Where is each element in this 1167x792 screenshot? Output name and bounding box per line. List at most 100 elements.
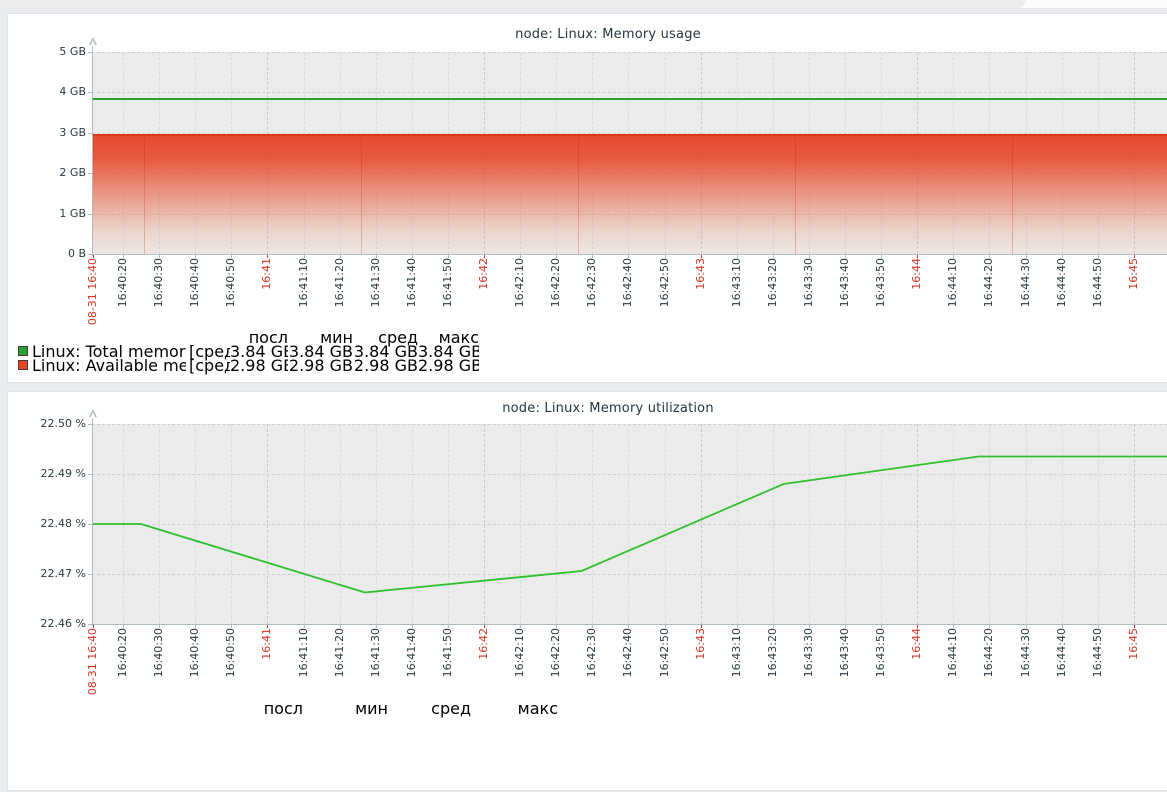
x-axis-line xyxy=(92,254,1167,255)
x-axis-label: 16:45 xyxy=(1127,628,1140,660)
legend-swatch-cell xyxy=(18,360,32,370)
y-axis-label: 5 GB xyxy=(8,46,86,58)
legend-column-header: посл xyxy=(230,699,303,718)
x-axis-label: 16:40:50 xyxy=(224,628,237,677)
x-axis-label: 16:44:10 xyxy=(946,258,959,307)
area-seam-artifact xyxy=(361,136,362,254)
plot-area[interactable] xyxy=(92,424,1167,624)
x-axis-label: 16:41:20 xyxy=(333,628,346,677)
series-stat-value: 2.98 GB xyxy=(353,356,418,375)
browser-tab-bottom[interactable] xyxy=(0,0,1025,8)
x-axis-label: 16:43:50 xyxy=(874,628,887,677)
x-axis-label: 16:43 xyxy=(694,628,707,660)
x-axis-line xyxy=(92,624,1167,625)
x-axis-label: 16:41:40 xyxy=(405,628,418,677)
x-axis-label: 16:44 xyxy=(910,628,923,660)
area-seam-artifact xyxy=(144,136,145,254)
y-axis-label: 22.47 % xyxy=(8,568,86,580)
x-axis-label: 16:40:40 xyxy=(188,258,201,307)
legend-swatch-cell xyxy=(18,346,32,356)
x-axis-label: 16:41:20 xyxy=(333,258,346,307)
x-axis-label: 16:43:30 xyxy=(802,258,815,307)
memory-utilization-legend: послминсредмакс xyxy=(8,701,768,715)
x-axis-label: 16:42 xyxy=(477,258,490,290)
x-axis-label: 16:43:10 xyxy=(730,258,743,307)
y-axis-label: 22.49 % xyxy=(8,468,86,480)
x-axis-label: 16:40:20 xyxy=(116,628,129,677)
legend-column-header: мин xyxy=(303,699,388,718)
x-axis-label: 16:41:10 xyxy=(297,258,310,307)
y-axis-label: 22.48 % xyxy=(8,518,86,530)
legend-column-header: сред xyxy=(388,699,471,718)
x-axis-label: 16:44:20 xyxy=(982,258,995,307)
x-axis-label: 16:43 xyxy=(694,258,707,290)
x-axis-label: 16:44:10 xyxy=(946,628,959,677)
legend-header-row: послминсредмакс xyxy=(8,701,768,715)
y-axis-label: 22.50 % xyxy=(8,418,86,430)
series-function: [сред] xyxy=(186,356,230,375)
area-seam-artifact xyxy=(578,136,579,254)
y-axis-arrow-icon xyxy=(89,37,97,45)
x-axis-label: 16:44 xyxy=(910,258,923,290)
y-axis-label: 3 GB xyxy=(8,127,86,139)
y-axis-label: 22.46 % xyxy=(8,618,86,630)
area-seam-artifact xyxy=(1012,136,1013,254)
x-axis-label: 16:44:30 xyxy=(1019,628,1032,677)
page: { "legend_columns": ["посл", "мин", "сре… xyxy=(0,0,1167,711)
gridline-horizontal xyxy=(92,92,1167,93)
x-axis-label: 16:42:30 xyxy=(585,258,598,307)
x-axis-label: 16:41:30 xyxy=(369,258,382,307)
x-axis-label: 16:44:20 xyxy=(982,628,995,677)
y-axis-label: 4 GB xyxy=(8,86,86,98)
area-seam-artifact xyxy=(795,136,796,254)
x-axis-label: 16:41 xyxy=(260,628,273,660)
series-name: Linux: Available memory xyxy=(32,356,186,375)
series-color-swatch xyxy=(18,346,28,356)
series-stat-value: 2.98 GB xyxy=(418,356,479,375)
x-axis-label: 16:42 xyxy=(477,628,490,660)
legend-column-header: макс xyxy=(471,699,558,718)
x-axis-label: 16:42:10 xyxy=(513,258,526,307)
y-axis-label: 1 GB xyxy=(8,208,86,220)
x-axis-label: 16:42:20 xyxy=(549,258,562,307)
gridline-horizontal xyxy=(92,52,1167,53)
x-axis-label: 16:45 xyxy=(1127,258,1140,290)
total-memory-line xyxy=(92,98,1167,100)
x-axis-label: 16:43:20 xyxy=(766,628,779,677)
x-axis-label: 16:42:10 xyxy=(513,628,526,677)
x-axis-label: 08-31 16:40 xyxy=(86,628,99,695)
plot-area[interactable] xyxy=(92,52,1167,254)
memory-utilization-panel: node: Linux: Memory utilization 22.46 %2… xyxy=(7,391,1167,791)
x-axis-label: 16:40:30 xyxy=(152,258,165,307)
browser-chrome xyxy=(0,0,1167,13)
x-axis-label: 08-31 16:40 xyxy=(86,258,99,325)
memory-utilization-line xyxy=(92,424,1167,624)
x-axis-label: 16:42:50 xyxy=(658,258,671,307)
x-axis-label: 16:44:50 xyxy=(1091,628,1104,677)
memory-usage-panel: node: Linux: Memory usage 0 B1 GB2 GB3 G… xyxy=(7,13,1167,383)
x-axis-label: 16:41:40 xyxy=(405,258,418,307)
x-axis-label: 16:41:30 xyxy=(369,628,382,677)
y-axis-line xyxy=(92,46,93,256)
x-axis-label: 16:41 xyxy=(260,258,273,290)
x-axis-label: 16:44:30 xyxy=(1019,258,1032,307)
x-axis-label: 16:42:30 xyxy=(585,628,598,677)
x-axis-label: 16:43:30 xyxy=(802,628,815,677)
legend-row: Linux: Available memory[сред] 2.98 GB2.98… xyxy=(8,358,768,372)
y-axis-label: 0 B xyxy=(8,248,86,260)
available-memory-area xyxy=(92,134,1167,254)
x-axis-label: 16:40:50 xyxy=(224,258,237,307)
y-axis-label: 2 GB xyxy=(8,167,86,179)
x-axis-label: 16:41:50 xyxy=(441,628,454,677)
x-axis-label: 16:44:50 xyxy=(1091,258,1104,307)
x-axis-label: 16:43:50 xyxy=(874,258,887,307)
x-axis-label: 16:43:10 xyxy=(730,628,743,677)
x-axis-label: 16:43:40 xyxy=(838,258,851,307)
memory-utilization-graph[interactable]: 22.46 % 22.47 % 22.48 % 22.49 % 22.50 % 08-31… xyxy=(8,392,1167,792)
x-axis-label: 16:40:40 xyxy=(188,628,201,677)
y-axis-line xyxy=(92,418,93,626)
series-color-swatch xyxy=(18,360,28,370)
x-axis-label: 16:42:50 xyxy=(658,628,671,677)
x-axis-label: 16:42:40 xyxy=(621,628,634,677)
x-axis-label: 16:40:30 xyxy=(152,628,165,677)
